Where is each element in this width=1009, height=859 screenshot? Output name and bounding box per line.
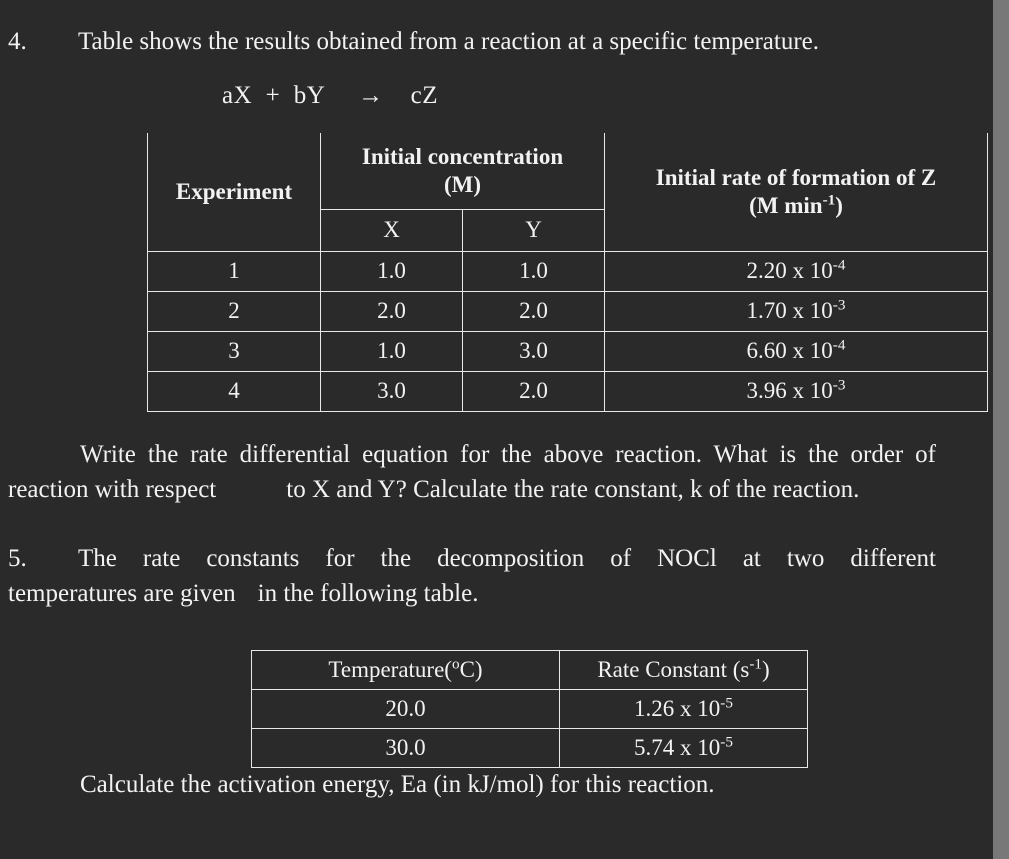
header-initial-rate-line2: (M min-1) <box>607 192 985 220</box>
header-initial-rate: Initial rate of formation of Z (M min-1) <box>604 133 988 252</box>
table-row: 3 1.0 3.0 6.60 x 10-4 <box>147 331 988 372</box>
header-rate-unit-exponent: -1 <box>822 191 836 209</box>
question-5-stem: 5. The rate constants for the decompositi… <box>0 542 936 611</box>
cell-experiment: 1 <box>147 251 321 292</box>
cell-rate-constant-exponent: -5 <box>720 733 733 751</box>
cell-rate-exponent: -4 <box>832 336 846 354</box>
question-4-followup-part2: to X and Y? Calculate the rate constant,… <box>286 475 860 503</box>
cell-x: 3.0 <box>320 371 463 412</box>
cell-x: 2.0 <box>320 291 463 332</box>
cell-rate: 1.70 x 10-3 <box>604 291 988 332</box>
header-temperature-degree: o <box>451 655 460 673</box>
cell-experiment: 4 <box>147 371 321 412</box>
table-header-row-primary: Experiment Initial concentration (M) Ini… <box>147 133 988 252</box>
cell-rate-exponent: -3 <box>832 296 846 314</box>
rate-constant-table: Temperature(oC) Rate Constant (s-1) 20.0… <box>251 650 808 768</box>
cell-experiment: 2 <box>147 291 321 332</box>
header-initial-concentration: Initial concentration (M) <box>320 133 605 210</box>
header-rate-unit-suffix: ) <box>835 193 843 218</box>
table-header-row: Temperature(oC) Rate Constant (s-1) <box>251 650 808 690</box>
question-5-line2-a: temperatures are given <box>8 579 236 607</box>
cell-x: 1.0 <box>320 251 463 292</box>
header-rate-constant-exponent: -1 <box>749 655 762 673</box>
cell-temperature: 30.0 <box>251 728 560 768</box>
header-initial-concentration-line2: (M) <box>443 172 482 197</box>
cell-rate-mantissa: 2.20 x 10 <box>746 258 833 284</box>
reaction-equation: aX + bY → cZ <box>222 82 438 109</box>
cell-temperature: 20.0 <box>251 689 560 729</box>
cell-rate-exponent: -3 <box>832 376 846 394</box>
header-temperature-prefix: Temperature( <box>328 657 452 683</box>
question-4-followup: Write the rate differential equation for… <box>8 438 936 507</box>
header-sub-y: Y <box>462 209 605 252</box>
cell-rate: 3.96 x 10-3 <box>604 371 988 412</box>
cell-rate-exponent: -4 <box>832 256 846 274</box>
question-5-line2: temperatures are given in the following t… <box>0 577 936 612</box>
question-4-number: 4. <box>8 28 27 55</box>
header-rate-constant-prefix: Rate Constant (s <box>597 657 750 683</box>
cell-x: 1.0 <box>320 331 463 372</box>
table-row: 20.0 1.26 x 10-5 <box>251 689 808 729</box>
vertical-scrollbar[interactable] <box>993 0 1009 859</box>
cell-rate-mantissa: 3.96 x 10 <box>746 378 833 404</box>
cell-rate-constant: 1.26 x 10-5 <box>559 689 808 729</box>
cell-y: 1.0 <box>462 251 605 292</box>
question-4-stem-text: Table shows the results obtained from a … <box>78 28 820 55</box>
header-sub-x: X <box>320 209 463 252</box>
header-rate-constant-suffix: ) <box>762 657 770 683</box>
question-5-line1: 5. The rate constants for the decompositi… <box>0 542 936 577</box>
cell-rate-constant-mantissa: 5.74 x 10 <box>634 735 721 761</box>
cell-rate: 2.20 x 10-4 <box>604 251 988 292</box>
cell-rate-constant-mantissa: 1.26 x 10 <box>634 696 721 722</box>
cell-experiment: 3 <box>147 331 321 372</box>
question-5-number: 5. <box>8 545 27 572</box>
cell-rate-mantissa: 6.60 x 10 <box>746 338 833 364</box>
cell-rate: 6.60 x 10-4 <box>604 331 988 372</box>
cell-y: 2.0 <box>462 291 605 332</box>
table-row: 2 2.0 2.0 1.70 x 10-3 <box>147 291 988 332</box>
table-row: 1 1.0 1.0 2.20 x 10-4 <box>147 251 988 292</box>
header-experiment: Experiment <box>147 133 321 252</box>
cell-rate-constant: 5.74 x 10-5 <box>559 728 808 768</box>
table-row: 30.0 5.74 x 10-5 <box>251 728 808 768</box>
cell-y: 2.0 <box>462 371 605 412</box>
cell-rate-constant-exponent: -5 <box>720 694 733 712</box>
header-initial-rate-line1: Initial rate of formation of Z <box>655 164 937 190</box>
experiment-results-table: Experiment Initial concentration (M) Ini… <box>147 133 988 412</box>
header-rate-unit-prefix: (M min <box>749 193 823 218</box>
header-temperature-suffix: C) <box>459 657 483 683</box>
table-row: 4 3.0 2.0 3.96 x 10-3 <box>147 371 988 412</box>
header-rate-constant: Rate Constant (s-1) <box>559 650 808 690</box>
question-5-line1-text: The rate constants for the decomposition… <box>78 545 936 572</box>
document-page: 4. Table shows the results obtained from… <box>0 0 993 859</box>
header-initial-concentration-line1: Initial concentration <box>361 143 564 169</box>
cell-rate-mantissa: 1.70 x 10 <box>746 298 833 324</box>
question-5-line2-b: in the following table. <box>257 579 479 607</box>
question-4-stem: 4. Table shows the results obtained from… <box>0 25 960 58</box>
header-temperature: Temperature(oC) <box>251 650 560 690</box>
question-5-closing: Calculate the activation energy, Ea (in … <box>80 771 715 798</box>
cell-y: 3.0 <box>462 331 605 372</box>
